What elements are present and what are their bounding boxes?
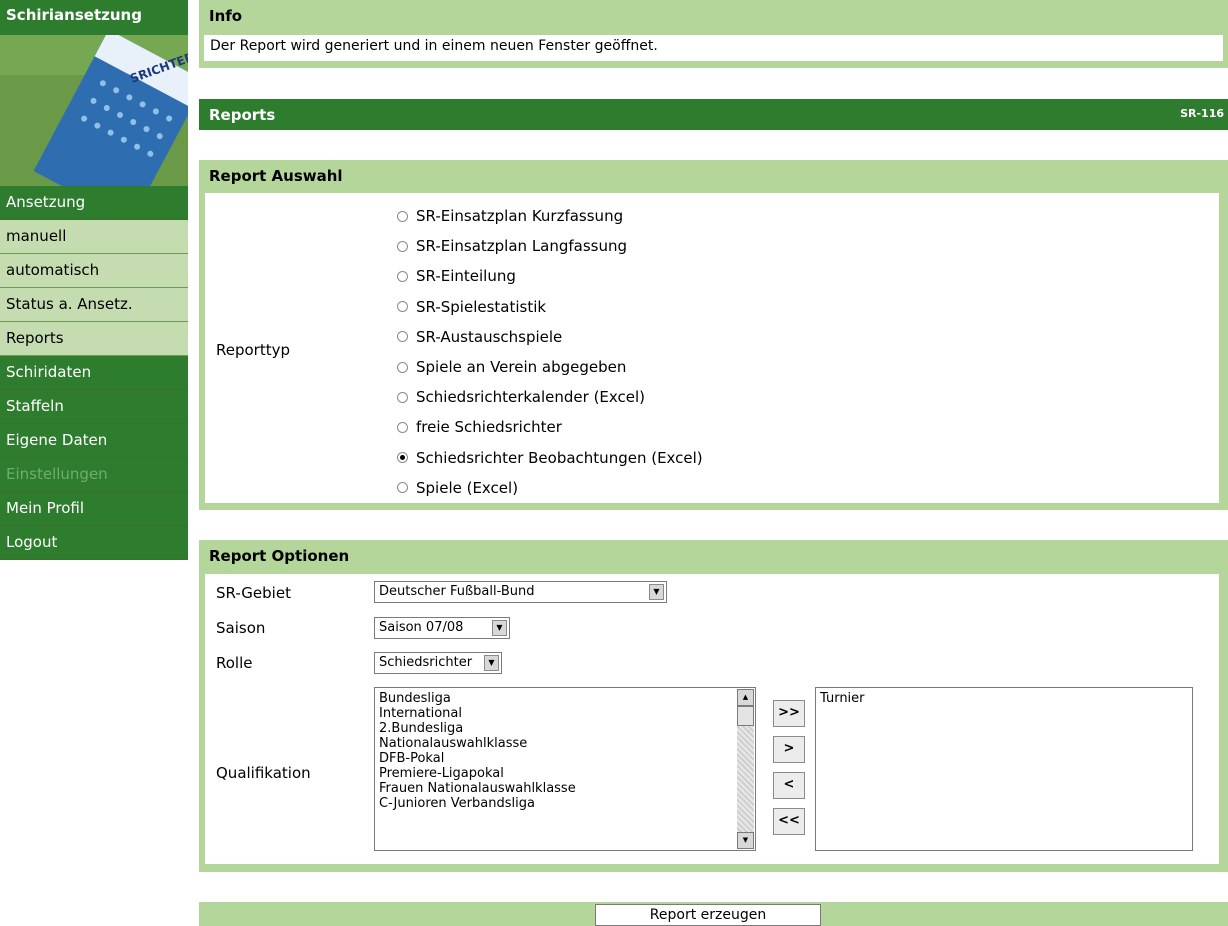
rolle-label: Rolle	[216, 654, 253, 672]
list-item[interactable]: Bundesliga	[375, 691, 755, 706]
page-title: Reports	[209, 106, 276, 124]
reporttyp-option[interactable]: SR-Einteilung	[397, 261, 703, 291]
reporttyp-option-label: Spiele an Verein abgegeben	[416, 358, 627, 377]
radio-unchecked-icon[interactable]	[397, 240, 408, 252]
reporttyp-radio-group: SR-Einsatzplan Kurzfassung SR-Einsatzplan…	[397, 201, 703, 503]
add-button[interactable]: >	[773, 736, 805, 763]
sr-gebiet-label: SR-Gebiet	[216, 584, 291, 602]
radio-unchecked-icon[interactable]	[397, 270, 408, 282]
info-panel: Info Der Report wird generiert und in ei…	[199, 0, 1228, 68]
auswahl-title: Report Auswahl	[209, 167, 343, 185]
referee-banner-image: SRICHTER	[0, 35, 188, 186]
reporttyp-option[interactable]: SR-Einsatzplan Langfassung	[397, 231, 703, 261]
reporttyp-option-label: SR-Spielestatistik	[416, 297, 547, 316]
reporttyp-option[interactable]: Schiedsrichterkalender (Excel)	[397, 382, 703, 412]
reporttyp-option-label: SR-Einsatzplan Kurzfassung	[416, 207, 624, 226]
remove-all-button[interactable]: <<	[773, 808, 805, 835]
sidebar-item-automatisch[interactable]: automatisch	[0, 254, 188, 288]
sidebar-item-reports[interactable]: Reports	[0, 322, 188, 356]
report-erzeugen-button[interactable]: Report erzeugen	[595, 904, 821, 926]
report-optionen-panel: Report Optionen SR-Gebiet Deutscher Fußb…	[199, 540, 1228, 872]
reporttyp-option[interactable]: Schiedsrichter Beobachtungen (Excel)	[397, 443, 703, 473]
list-item[interactable]: Turnier	[816, 691, 1192, 706]
sidebar-nav: Schiriansetzung SRICHTER Ansetzung manuel…	[0, 0, 188, 560]
selected-qualifications-list[interactable]: Turnier	[815, 687, 1193, 851]
reporttyp-option-label: Spiele (Excel)	[416, 478, 519, 497]
available-qualifications-list[interactable]: Bundesliga International 2.Bundesliga Natio…	[374, 687, 756, 851]
reporttyp-label: Reporttyp	[216, 341, 291, 359]
list-item[interactable]: 2.Bundesliga	[375, 721, 755, 736]
app-title: Schiriansetzung	[0, 0, 188, 35]
radio-unchecked-icon[interactable]	[397, 331, 408, 343]
list-item[interactable]: Premiere-Ligapokal	[375, 766, 755, 781]
radio-unchecked-icon[interactable]	[397, 361, 408, 373]
rolle-select[interactable]: Schiedsrichter ▼	[374, 652, 502, 674]
reporttyp-option[interactable]: SR-Einsatzplan Kurzfassung	[397, 201, 703, 231]
sidebar-item-eigene-daten[interactable]: Eigene Daten	[0, 424, 188, 458]
reports-header: Reports SR-116	[199, 99, 1228, 130]
sr-gebiet-select[interactable]: Deutscher Fußball-Bund ▼	[374, 581, 667, 603]
radio-unchecked-icon[interactable]	[397, 301, 408, 313]
list-item[interactable]: DFB-Pokal	[375, 751, 755, 766]
sidebar-item-einstellungen: Einstellungen	[0, 458, 188, 492]
chevron-down-icon: ▼	[649, 584, 664, 600]
saison-select[interactable]: Saison 07/08 ▼	[374, 617, 510, 639]
auswahl-body: Reporttyp SR-Einsatzplan Kurzfassung SR-E…	[205, 193, 1219, 503]
reporttyp-option-label: Schiedsrichterkalender (Excel)	[416, 388, 646, 407]
reporttyp-option[interactable]: SR-Spielestatistik	[397, 292, 703, 322]
reporttyp-option[interactable]: Spiele an Verein abgegeben	[397, 352, 703, 382]
chevron-down-icon: ▼	[484, 655, 499, 671]
scroll-thumb[interactable]	[737, 706, 754, 726]
info-message: Der Report wird generiert und in einem n…	[204, 35, 1223, 61]
list-item[interactable]: Frauen Nationalauswahlklasse	[375, 781, 755, 796]
remove-button[interactable]: <	[773, 772, 805, 799]
optionen-body: SR-Gebiet Deutscher Fußball-Bund ▼ Saiso…	[205, 574, 1219, 864]
chevron-down-icon: ▼	[492, 620, 507, 636]
radio-unchecked-icon[interactable]	[397, 391, 408, 403]
scroll-down-icon[interactable]: ▼	[737, 832, 754, 849]
qualifikation-label: Qualifikation	[216, 764, 311, 782]
reporttyp-option-label: Schiedsrichter Beobachtungen (Excel)	[416, 448, 703, 467]
radio-unchecked-icon[interactable]	[397, 210, 408, 222]
list-item[interactable]: Nationalauswahlklasse	[375, 736, 755, 751]
list-scrollbar[interactable]: ▲ ▼	[737, 689, 754, 849]
rolle-value: Schiedsrichter	[379, 655, 473, 670]
reporttyp-option-label: freie Schiedsrichter	[416, 418, 562, 437]
saison-label: Saison	[216, 619, 266, 637]
sidebar-item-ansetzung[interactable]: Ansetzung	[0, 186, 188, 220]
radio-unchecked-icon[interactable]	[397, 421, 408, 433]
add-all-button[interactable]: >>	[773, 700, 805, 727]
reporttyp-option-label: SR-Einteilung	[416, 267, 516, 286]
sidebar-item-logout[interactable]: Logout	[0, 526, 188, 560]
sidebar-item-staffeln[interactable]: Staffeln	[0, 390, 188, 424]
reporttyp-option-label: SR-Austauschspiele	[416, 327, 563, 346]
sidebar-item-schiridaten[interactable]: Schiridaten	[0, 356, 188, 390]
saison-value: Saison 07/08	[379, 620, 464, 635]
list-item[interactable]: International	[375, 706, 755, 721]
list-item[interactable]: C-Junioren Verbandsliga	[375, 796, 755, 811]
sidebar-item-mein-profil[interactable]: Mein Profil	[0, 492, 188, 526]
radio-checked-icon[interactable]	[397, 452, 408, 464]
referee-photo: SRICHTER	[0, 35, 188, 186]
reporttyp-option[interactable]: Spiele (Excel)	[397, 473, 703, 503]
scroll-up-icon[interactable]: ▲	[737, 689, 754, 706]
report-auswahl-panel: Report Auswahl Reporttyp SR-Einsatzplan …	[199, 160, 1228, 510]
sidebar-item-manuell[interactable]: manuell	[0, 220, 188, 254]
info-title: Info	[209, 7, 243, 25]
submit-bar: Report erzeugen	[199, 902, 1228, 926]
sr-gebiet-value: Deutscher Fußball-Bund	[379, 584, 535, 599]
radio-unchecked-icon[interactable]	[397, 482, 408, 494]
sidebar-item-status-a-ansetz[interactable]: Status a. Ansetz.	[0, 288, 188, 322]
page-code: SR-116	[1180, 107, 1224, 120]
reporttyp-option-label: SR-Einsatzplan Langfassung	[416, 237, 628, 256]
optionen-title: Report Optionen	[209, 547, 350, 565]
reporttyp-option[interactable]: freie Schiedsrichter	[397, 412, 703, 442]
reporttyp-option[interactable]: SR-Austauschspiele	[397, 322, 703, 352]
